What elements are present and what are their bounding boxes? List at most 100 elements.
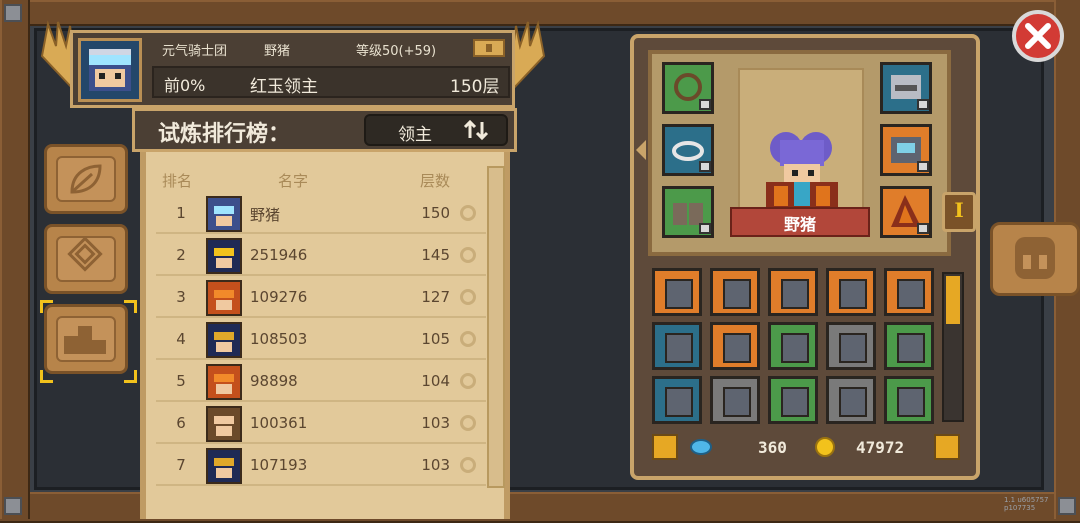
row-name: 107193 [250, 456, 308, 474]
armor-icon [839, 333, 867, 363]
inventory-scroll-thumb[interactable] [946, 276, 960, 324]
inventory-slot[interactable] [768, 268, 818, 316]
equip-slot-chest[interactable] [880, 124, 932, 176]
row-name: 108503 [250, 330, 308, 348]
lock-icon [699, 99, 711, 110]
inventory-slot[interactable] [884, 376, 934, 424]
row-rank: 3 [176, 288, 186, 306]
row-floors: 145 [421, 246, 450, 264]
inventory-slot[interactable] [826, 376, 876, 424]
gem-count: 360 [758, 438, 787, 457]
chest-icon[interactable] [472, 36, 506, 60]
equip-slot-helmet[interactable] [880, 62, 932, 114]
inventory-slot[interactable] [826, 268, 876, 316]
equip-slot-ring[interactable] [662, 124, 714, 176]
character-name: 野猪 [783, 215, 816, 234]
axe-icon [665, 279, 693, 309]
row-floors: 103 [421, 456, 450, 474]
magnify-icon[interactable] [460, 247, 476, 263]
lock-icon [917, 99, 929, 110]
ring-icon [897, 279, 925, 309]
floor-count: 150层 [450, 77, 500, 97]
gold-count: 47972 [856, 438, 905, 457]
axe-icon [665, 333, 693, 363]
axe-icon [665, 387, 693, 417]
inventory-slot[interactable] [652, 322, 702, 370]
inventory-slot[interactable] [768, 322, 818, 370]
magnify-icon[interactable] [460, 289, 476, 305]
row-rank: 6 [176, 414, 186, 432]
diamond-icon [56, 236, 116, 282]
sync-arrows-icon[interactable] [462, 118, 490, 142]
inventory-slot[interactable] [710, 322, 760, 370]
tier-label: I [954, 198, 964, 222]
row-avatar [206, 280, 242, 316]
lock-icon [699, 161, 711, 172]
potion-icon [781, 333, 809, 363]
version-text: 1.1 u605757 p107735 [1004, 496, 1049, 512]
equip-slot-amulet[interactable] [662, 62, 714, 114]
armor-icon [897, 387, 925, 417]
player-name: 野猪 [264, 44, 291, 59]
selected-corner [40, 370, 53, 383]
necklace-icon [839, 279, 867, 309]
row-floors: 150 [421, 204, 450, 222]
inventory-slot[interactable] [826, 322, 876, 370]
player-avatar[interactable] [78, 38, 142, 102]
left-plank [0, 0, 30, 519]
inventory-slot[interactable] [884, 322, 934, 370]
tab-podium[interactable] [44, 304, 128, 374]
rank-percent: 前0% [164, 76, 206, 95]
row-rank: 2 [176, 246, 186, 264]
magnify-icon[interactable] [460, 457, 476, 473]
coin-icon [815, 437, 835, 457]
magnify-icon[interactable] [460, 205, 476, 221]
leaderboard-scrollbar[interactable] [487, 166, 505, 488]
sword-icon [897, 333, 925, 363]
row-name: 野猪 [250, 206, 281, 224]
row-avatar [206, 196, 242, 232]
row-avatar [206, 448, 242, 484]
inventory-slot[interactable] [652, 268, 702, 316]
mode-label: 领主 [398, 125, 432, 145]
row-name: 109276 [250, 288, 308, 306]
row-rank: 1 [176, 204, 186, 222]
tab-diamond[interactable] [44, 224, 128, 294]
column-rank: 排名 [162, 172, 193, 190]
row-floors: 127 [421, 288, 450, 306]
inventory-slot[interactable] [710, 268, 760, 316]
bolt-icon [4, 4, 22, 22]
equip-slot-boots[interactable] [662, 186, 714, 238]
row-rank: 4 [176, 330, 186, 348]
podium-icon [56, 316, 116, 362]
close-x-icon [1025, 23, 1051, 49]
boss-name: 红玉领主 [250, 77, 318, 97]
column-name: 名字 [278, 172, 309, 190]
bolt-icon [4, 497, 22, 515]
row-name: 251946 [250, 246, 308, 264]
inventory-slot[interactable] [768, 376, 818, 424]
chest-armor-icon [723, 333, 751, 363]
close-button[interactable] [1012, 10, 1064, 62]
row-avatar [206, 238, 242, 274]
row-floors: 105 [421, 330, 450, 348]
bag-icon[interactable] [652, 434, 678, 460]
row-floors: 104 [421, 372, 450, 390]
magnify-icon[interactable] [460, 331, 476, 347]
grid-icon[interactable] [934, 434, 960, 460]
inventory-slot[interactable] [884, 268, 934, 316]
tab-leaf[interactable] [44, 144, 128, 214]
character-sprite-icon [766, 132, 838, 212]
character-portrait [738, 68, 864, 218]
row-floors: 103 [421, 414, 450, 432]
helmet-button[interactable] [990, 222, 1080, 296]
magnify-icon[interactable] [460, 415, 476, 431]
column-floors: 层数 [420, 172, 451, 190]
boots-icon [781, 279, 809, 309]
inventory-slot[interactable] [652, 376, 702, 424]
leaf-icon [56, 156, 116, 202]
inventory-slot[interactable] [710, 376, 760, 424]
selected-corner [40, 300, 53, 313]
equip-slot-weapon[interactable] [880, 186, 932, 238]
magnify-icon[interactable] [460, 373, 476, 389]
